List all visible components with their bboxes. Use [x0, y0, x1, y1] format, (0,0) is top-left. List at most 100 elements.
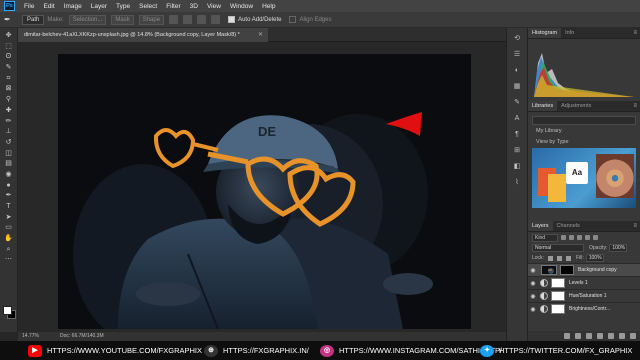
type-filter-icon[interactable] — [577, 235, 582, 240]
path-alignment-icon[interactable] — [183, 15, 193, 24]
paths-icon[interactable]: ⌇ — [512, 178, 522, 187]
menu-window[interactable]: Window — [230, 3, 253, 10]
glyphs-icon[interactable]: ⊞ — [512, 146, 522, 155]
layer-style-icon[interactable] — [575, 333, 581, 339]
smart-object-filter-icon[interactable] — [593, 235, 598, 240]
menu-filter[interactable]: Filter — [166, 3, 180, 10]
menu-help[interactable]: Help — [262, 3, 275, 10]
layer-row[interactable]: ◉ Hue/Saturation 1 — [528, 289, 640, 302]
youtube-link[interactable]: ▶ HTTPS://WWW.YOUTUBE.COM/FXGRAPHIX — [28, 344, 202, 357]
menu-edit[interactable]: Edit — [43, 3, 54, 10]
character-icon[interactable]: A — [512, 114, 522, 123]
library-preview[interactable]: Aa — [532, 148, 636, 208]
lasso-tool-icon[interactable]: ʘ — [4, 53, 14, 61]
marquee-tool-icon[interactable]: ⬚ — [4, 43, 14, 51]
close-icon[interactable]: ✕ — [258, 28, 263, 42]
brush-tool-icon[interactable]: ✏ — [4, 118, 14, 126]
add-mask-icon[interactable] — [586, 333, 592, 339]
document-tab[interactable]: dimitar-belchev-41aXLXKKzp-unsplash.jpg … — [18, 28, 268, 42]
properties-icon[interactable]: ☰ — [512, 50, 522, 59]
link-layers-icon[interactable] — [564, 333, 570, 339]
layer-row[interactable]: ◉ Background copy — [528, 263, 640, 276]
align-edges-checkbox[interactable] — [289, 16, 297, 23]
crop-tool-icon[interactable]: ⌗ — [4, 75, 14, 83]
tab-layers[interactable]: Layers — [528, 221, 553, 231]
fill-input[interactable]: 100% — [585, 254, 604, 262]
shape-button[interactable]: Shape — [138, 14, 165, 25]
zoom-level[interactable]: 14.77% — [22, 332, 39, 341]
frame-tool-icon[interactable]: ⊠ — [4, 85, 14, 93]
menu-3d[interactable]: 3D — [190, 3, 198, 10]
pen-tool-icon[interactable]: ✒ — [4, 192, 14, 200]
library-name[interactable]: My Library — [536, 128, 562, 134]
color-icon[interactable]: ◐ — [512, 66, 522, 75]
layer-row[interactable]: ◉ Levels 1 — [528, 276, 640, 289]
menu-file[interactable]: File — [24, 3, 34, 10]
layer-mask-thumbnail[interactable] — [551, 278, 565, 288]
type-tool-icon[interactable]: T — [4, 203, 14, 211]
eyedropper-tool-icon[interactable]: ⚲ — [4, 96, 14, 104]
panel-menu-icon[interactable]: ≡ — [633, 221, 637, 231]
more-tools-icon[interactable]: ⋯ — [4, 256, 14, 264]
visibility-eye-icon[interactable]: ◉ — [528, 267, 538, 274]
delete-layer-icon[interactable] — [630, 333, 636, 339]
paragraph-icon[interactable]: ¶ — [512, 130, 522, 139]
styles-icon[interactable]: ◧ — [512, 162, 522, 171]
rectangle-tool-icon[interactable]: ▭ — [4, 224, 14, 232]
blend-mode-select[interactable]: Normal — [532, 244, 584, 252]
swatches-icon[interactable]: ▦ — [512, 82, 522, 91]
quick-select-tool-icon[interactable]: ✎ — [4, 64, 14, 72]
clone-stamp-tool-icon[interactable]: ⊥ — [4, 128, 14, 136]
adjustment-filter-icon[interactable] — [569, 235, 574, 240]
hand-tool-icon[interactable]: ✋ — [4, 235, 14, 243]
tab-channels[interactable]: Channels — [553, 221, 584, 231]
healing-brush-tool-icon[interactable]: ✚ — [4, 107, 14, 115]
path-arrangement-icon[interactable] — [197, 15, 207, 24]
gradient-tool-icon[interactable]: ▤ — [4, 160, 14, 168]
zoom-tool-icon[interactable]: ⌕ — [4, 246, 14, 254]
gear-icon[interactable] — [211, 15, 221, 24]
lock-all-icon[interactable] — [565, 255, 571, 261]
dodge-tool-icon[interactable]: ● — [4, 182, 14, 190]
kind-filter-select[interactable]: Kind — [532, 233, 558, 242]
opacity-input[interactable]: 100% — [609, 244, 628, 252]
selection-button[interactable]: Selection... — [68, 14, 107, 25]
tab-histogram[interactable]: Histogram — [528, 28, 562, 38]
layer-mask-thumbnail[interactable] — [551, 304, 565, 314]
path-operations-icon[interactable] — [169, 15, 179, 24]
menu-layer[interactable]: Layer — [91, 3, 107, 10]
move-tool-icon[interactable]: ✥ — [4, 32, 14, 40]
panel-menu-icon[interactable]: ≡ — [633, 28, 637, 38]
new-layer-icon[interactable] — [619, 333, 625, 339]
eraser-tool-icon[interactable]: ◫ — [4, 150, 14, 158]
lock-pixels-icon[interactable] — [547, 255, 553, 261]
mask-button[interactable]: Mask — [111, 14, 134, 25]
menu-select[interactable]: Select — [139, 3, 157, 10]
shape-filter-icon[interactable] — [585, 235, 590, 240]
pen-tool-icon[interactable]: ✒ — [4, 15, 16, 25]
tab-info[interactable]: Info — [561, 28, 578, 38]
history-icon[interactable]: ⟲ — [512, 34, 522, 43]
twitter-link[interactable]: ✦ HTTPS://TWITTER.COM/FX_GRAPHIX — [480, 344, 632, 357]
brush-settings-icon[interactable]: ✎ — [512, 98, 522, 107]
menu-image[interactable]: Image — [64, 3, 82, 10]
panel-menu-icon[interactable]: ≡ — [633, 101, 637, 111]
menu-view[interactable]: View — [207, 3, 221, 10]
visibility-eye-icon[interactable]: ◉ — [528, 280, 538, 287]
layer-mask-thumbnail[interactable] — [560, 265, 574, 275]
tab-adjustments[interactable]: Adjustments — [557, 101, 595, 111]
new-group-icon[interactable] — [608, 333, 614, 339]
blur-tool-icon[interactable]: ◉ — [4, 171, 14, 179]
pixel-filter-icon[interactable] — [561, 235, 566, 240]
new-adjustment-icon[interactable] — [597, 333, 603, 339]
website-link[interactable]: ⊕ HTTPS://FXGRAPHIX.IN/ — [204, 344, 309, 357]
lock-position-icon[interactable] — [556, 255, 562, 261]
menu-type[interactable]: Type — [116, 3, 130, 10]
view-by-type[interactable]: View by Type — [536, 139, 569, 145]
auto-add-delete-checkbox[interactable] — [228, 16, 236, 23]
foreground-color-swatch[interactable] — [3, 306, 12, 315]
path-selection-tool-icon[interactable]: ➤ — [4, 214, 14, 222]
path-mode-select[interactable]: Path — [22, 14, 45, 25]
instagram-link[interactable]: ◎ HTTPS://WWW.INSTAGRAM.COM/SATHISHTP/ — [320, 344, 502, 357]
layer-mask-thumbnail[interactable] — [551, 291, 565, 301]
